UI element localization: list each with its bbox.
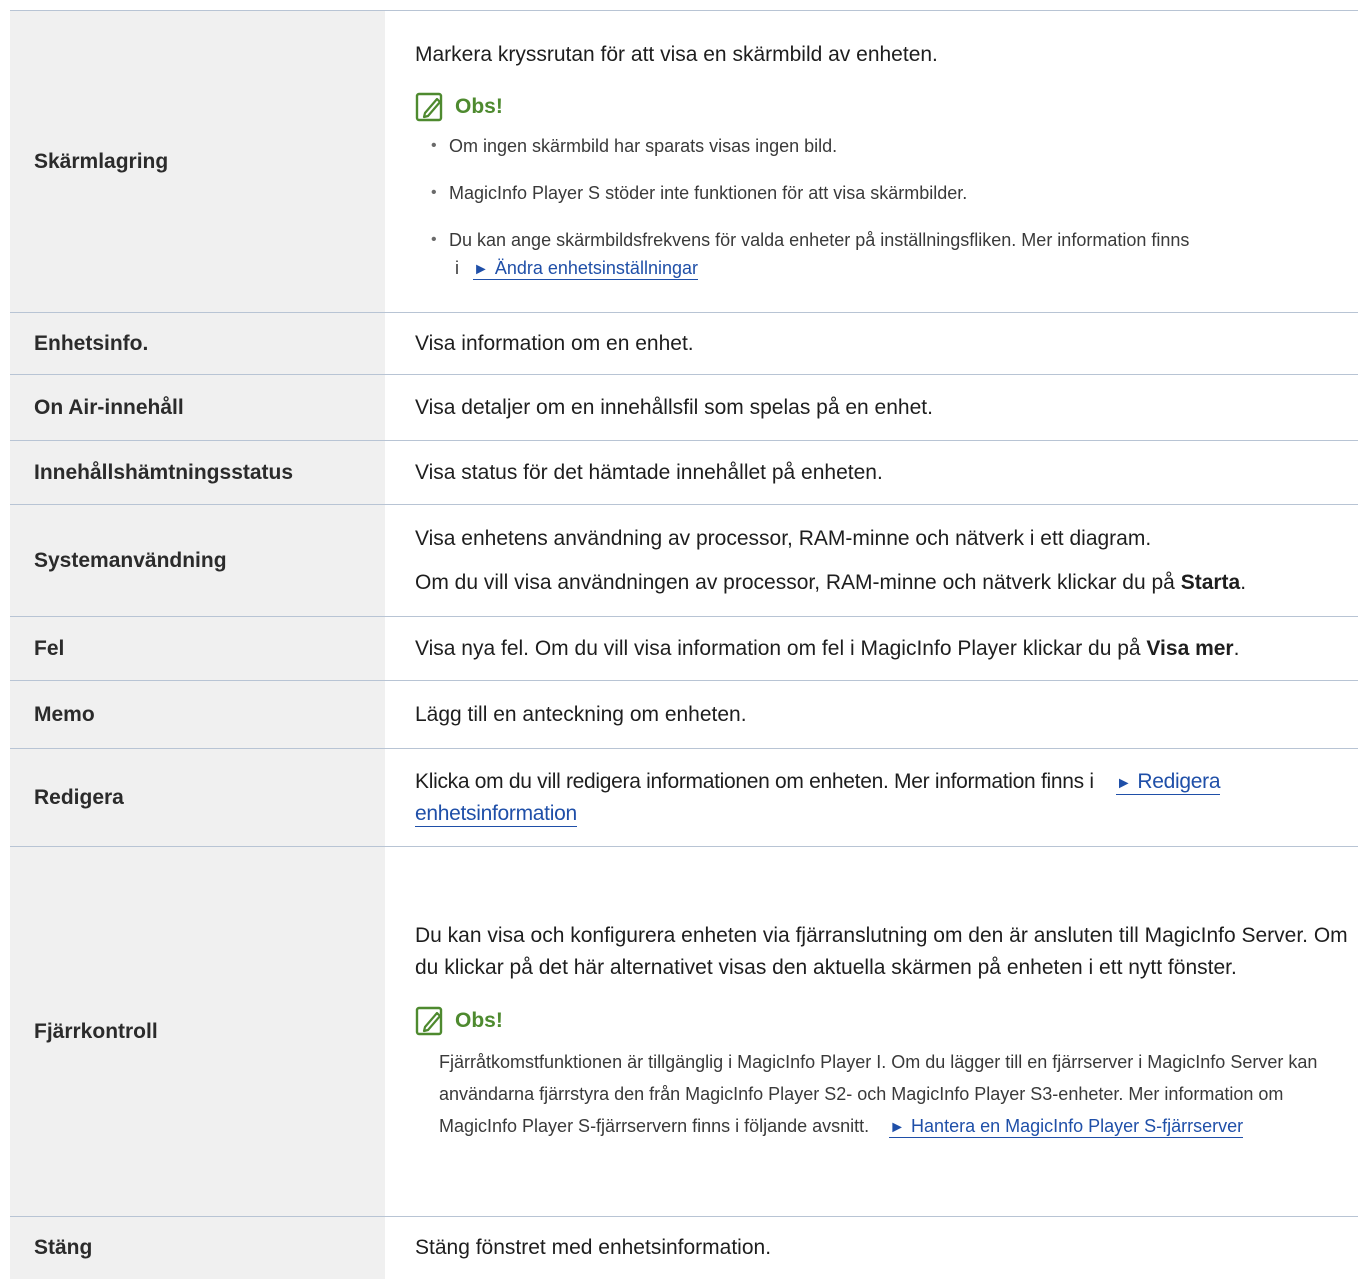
text-run: Klicka om du vill redigera informationen… [415, 769, 1094, 793]
description-text: Du kan visa och konfigurera enheten via … [415, 923, 1348, 979]
note-pencil-icon [415, 92, 445, 122]
link-label: Hantera en MagicInfo Player S-fjärrserve… [911, 1115, 1244, 1136]
arrow-right-icon: ► [1115, 774, 1132, 792]
text-run: Om du vill visa användningen av processo… [415, 570, 1181, 594]
device-info-table: Skärmlagring Markera kryssrutan för att … [10, 10, 1358, 1279]
row-term: Skärmlagring [10, 10, 385, 313]
xref-link-device-settings[interactable]: ► Ändra enhetsinställningar [473, 257, 698, 280]
row-description: Visa nya fel. Om du vill visa informatio… [385, 616, 1358, 681]
note-box: Obs! Om ingen skärmbild har sparats visa… [415, 92, 1350, 284]
row-description: Visa enhetens användning av processor, R… [385, 504, 1358, 617]
note-title: Obs! [455, 1008, 503, 1032]
xref-link-remote-server[interactable]: ► Hantera en MagicInfo Player S-fjärrserv… [889, 1115, 1244, 1138]
table-row: Redigera Klicka om du vill redigera info… [10, 748, 1358, 847]
table-row: Innehållshämtningsstatus Visa status för… [10, 440, 1358, 505]
note-header: Obs! [415, 92, 1350, 122]
row-description: Klicka om du vill redigera informationen… [385, 748, 1358, 847]
note-bullet-list: Om ingen skärmbild har sparats visas ing… [431, 132, 1350, 284]
table-row: Memo Lägg till en anteckning om enheten. [10, 680, 1358, 749]
row-description: Visa information om en enhet. [385, 312, 1358, 375]
row-description: Du kan visa och konfigurera enheten via … [385, 846, 1358, 1217]
table-row: On Air-innehåll Visa detaljer om en inne… [10, 374, 1358, 441]
text-run: . [1233, 636, 1240, 660]
row-term: Redigera [10, 748, 385, 847]
row-term: Fel [10, 616, 385, 681]
arrow-right-icon: ► [473, 260, 489, 278]
row-term: Memo [10, 680, 385, 749]
text-run: Visa nya fel. Om du vill visa informatio… [415, 636, 1147, 660]
note-title: Obs! [455, 94, 503, 118]
description-text: Om du vill visa användningen av processo… [415, 568, 1350, 598]
row-description: Lägg till en anteckning om enheten. [385, 680, 1358, 749]
row-description: Markera kryssrutan för att visa en skärm… [385, 10, 1358, 313]
table-row: Fel Visa nya fel. Om du vill visa inform… [10, 616, 1358, 681]
row-description: Visa status för det hämtade innehållet p… [385, 440, 1358, 505]
description-text: Markera kryssrutan för att visa en skärm… [415, 42, 938, 66]
table-row: Enhetsinfo. Visa information om en enhet… [10, 312, 1358, 375]
list-item-prefix: i [455, 257, 459, 278]
row-term: Stäng [10, 1216, 385, 1279]
row-description: Stäng fönstret med enhetsinformation. [385, 1216, 1358, 1279]
row-term: Enhetsinfo. [10, 312, 385, 375]
link-label: Ändra enhetsinställningar [494, 257, 698, 278]
note-pencil-icon [415, 1006, 445, 1036]
list-item: Du kan ange skärmbildsfrekvens för valda… [431, 226, 1350, 284]
row-term: Fjärrkontroll [10, 846, 385, 1217]
table-row: Systemanvändning Visa enhetens användnin… [10, 504, 1358, 617]
description-text: Visa enhetens användning av processor, R… [415, 526, 1152, 550]
note-text: Fjärråtkomstfunktionen är tillgänglig i … [439, 1046, 1350, 1144]
table-row: Skärmlagring Markera kryssrutan för att … [10, 10, 1358, 313]
row-term: Innehållshämtningsstatus [10, 440, 385, 505]
list-item: MagicInfo Player S stöder inte funktione… [431, 179, 1350, 207]
row-description: Visa detaljer om en innehållsfil som spe… [385, 374, 1358, 441]
list-item: Om ingen skärmbild har sparats visas ing… [431, 132, 1350, 160]
arrow-right-icon: ► [889, 1118, 906, 1136]
row-term: Systemanvändning [10, 504, 385, 617]
ui-term-start: Starta [1180, 570, 1241, 594]
table-row: Fjärrkontroll Du kan visa och konfigurer… [10, 846, 1358, 1217]
note-box: Obs! Fjärråtkomstfunktionen är tillgängl… [415, 1006, 1350, 1144]
list-item-text: Du kan ange skärmbildsfrekvens för valda… [449, 229, 1190, 250]
text-run: . [1240, 570, 1247, 594]
note-header: Obs! [415, 1006, 1350, 1036]
ui-term-show-more: Visa mer [1146, 636, 1234, 660]
row-term: On Air-innehåll [10, 374, 385, 441]
table-row: Stäng Stäng fönstret med enhetsinformati… [10, 1216, 1358, 1279]
